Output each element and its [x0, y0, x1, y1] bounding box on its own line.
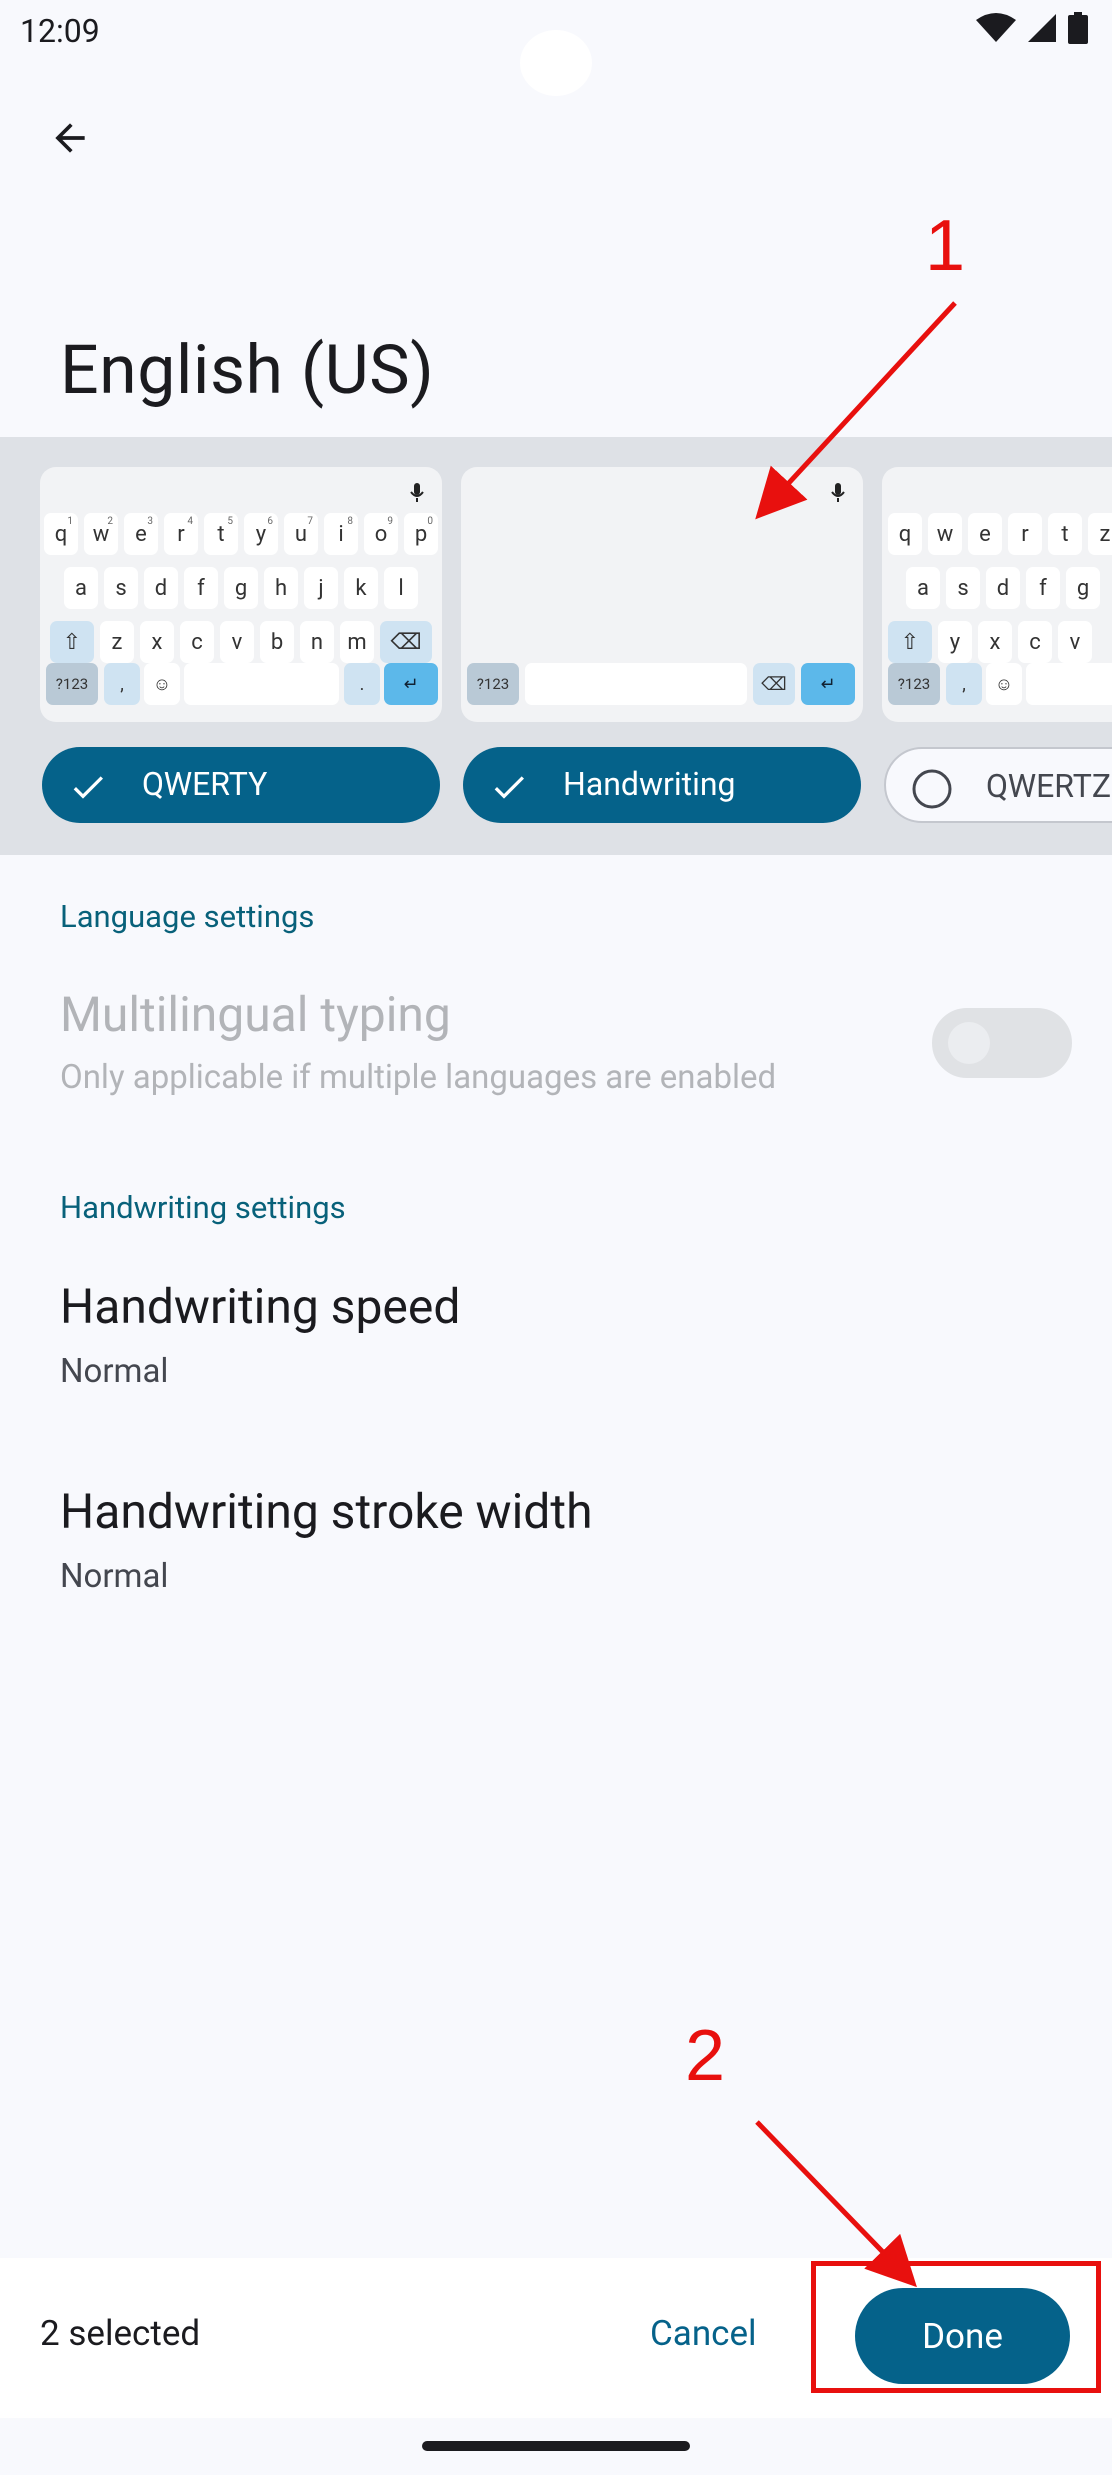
annotation-step-2: 2	[685, 2016, 726, 2096]
done-button-highlight	[811, 2261, 1101, 2393]
annotation-arrow-2	[755, 2120, 917, 2288]
annotation-arrow-1	[755, 301, 957, 520]
annotation-arrows	[755, 301, 957, 2288]
